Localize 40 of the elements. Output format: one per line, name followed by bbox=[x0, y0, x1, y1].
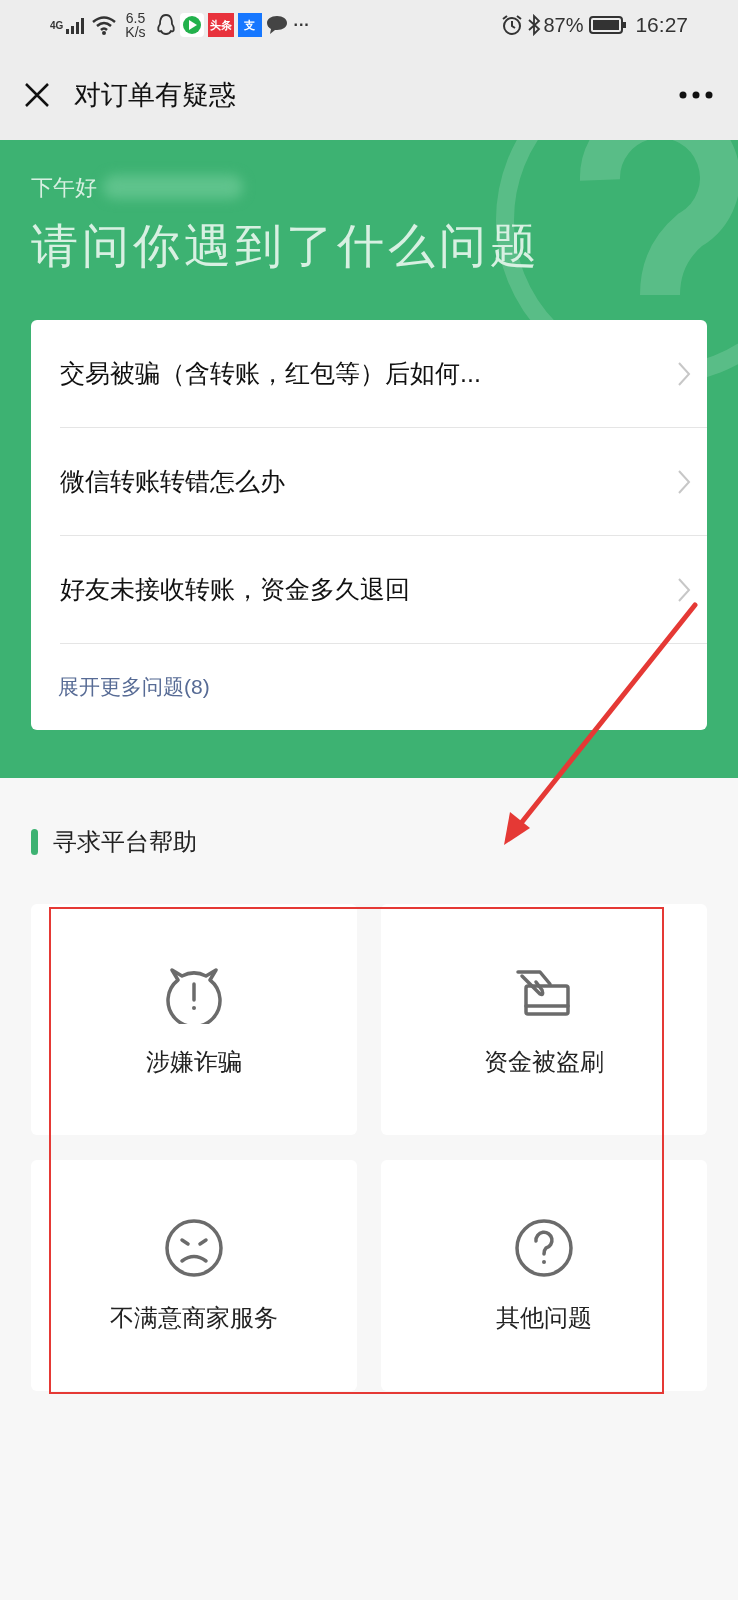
faq-item[interactable]: 微信转账转错怎么办 bbox=[60, 428, 707, 536]
chevron-right-icon bbox=[677, 360, 691, 387]
help-option-label: 不满意商家服务 bbox=[110, 1302, 278, 1333]
faq-question: 交易被骗（含转账，红包等）后如何... bbox=[60, 357, 482, 389]
more-notifications: ··· bbox=[293, 15, 310, 35]
section-title: 寻求平台帮助 bbox=[53, 827, 197, 857]
close-icon bbox=[24, 82, 50, 108]
network-label: 4G bbox=[50, 18, 64, 33]
clock: 16:27 bbox=[635, 12, 688, 39]
chat-bubble-icon bbox=[265, 15, 288, 35]
help-option-card[interactable]: 不满意商家服务 bbox=[31, 1160, 357, 1391]
wifi-icon bbox=[91, 15, 118, 35]
help-option-card[interactable]: 其他问题 bbox=[381, 1160, 707, 1391]
question-heading: 请问你遇到了什么问题 bbox=[31, 218, 542, 274]
help-option-label: 其他问题 bbox=[496, 1302, 592, 1333]
faq-question: 好友未接收转账，资金多久退回 bbox=[60, 573, 411, 605]
bluetooth-icon bbox=[527, 14, 542, 36]
expand-more-link[interactable]: 展开更多问题(8) bbox=[58, 671, 210, 703]
app-badge: 支 bbox=[237, 13, 262, 37]
speed-unit: K/s bbox=[125, 25, 146, 39]
app-badge: 头条 bbox=[207, 13, 234, 37]
help-option-card[interactable]: 涉嫌诈骗 bbox=[31, 904, 357, 1135]
play-app-icon bbox=[179, 13, 204, 37]
battery-icon bbox=[589, 16, 628, 34]
page-title: 对订单有疑惑 bbox=[74, 78, 236, 112]
help-option-card[interactable]: 资金被盗刷 bbox=[381, 904, 707, 1135]
chevron-right-icon bbox=[677, 468, 691, 495]
penguin-icon bbox=[155, 13, 176, 37]
battery-percent: 87% bbox=[543, 13, 584, 38]
faq-item[interactable]: 交易被骗（含转账，红包等）后如何... bbox=[60, 320, 707, 428]
greeting: 下午好 bbox=[31, 173, 97, 202]
faq-item[interactable]: 好友未接收转账，资金多久退回 bbox=[60, 536, 707, 644]
alarm-icon bbox=[501, 14, 524, 36]
speed-value: 6.5 bbox=[125, 11, 146, 25]
help-option-label: 资金被盗刷 bbox=[484, 1046, 604, 1077]
help-option-label: 涉嫌诈骗 bbox=[146, 1046, 242, 1077]
faq-question: 微信转账转错怎么办 bbox=[60, 465, 286, 497]
more-icon bbox=[679, 91, 713, 99]
section-marker bbox=[31, 829, 38, 855]
chevron-right-icon bbox=[677, 576, 691, 603]
